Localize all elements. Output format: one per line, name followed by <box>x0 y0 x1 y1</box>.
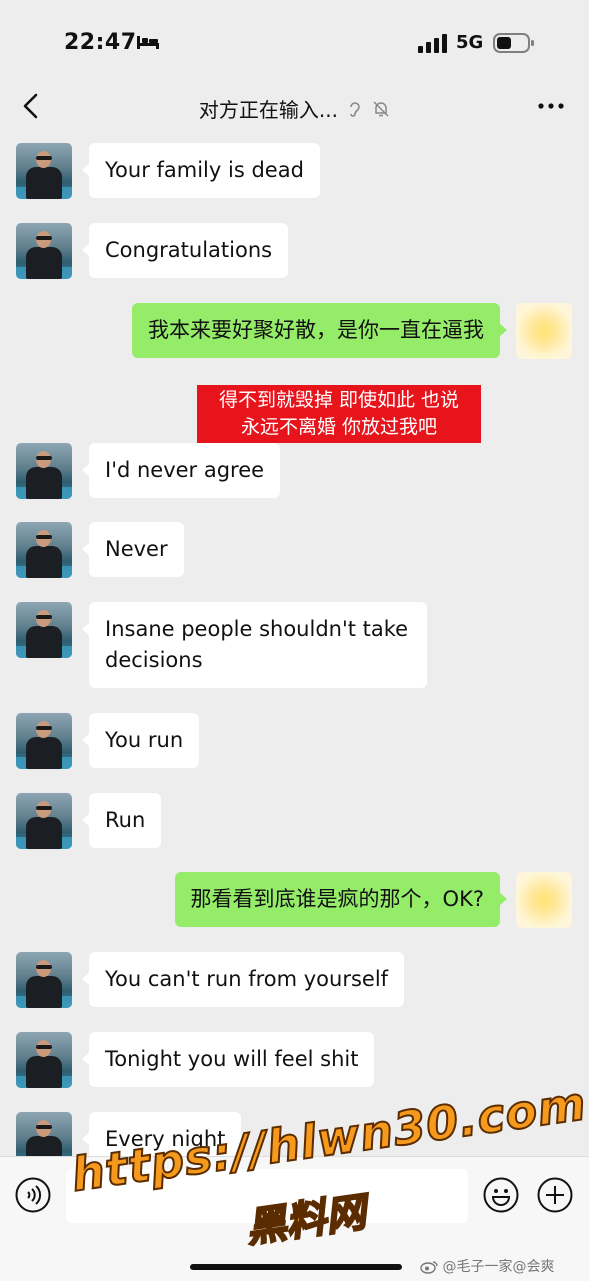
emoji-icon[interactable] <box>483 1177 519 1213</box>
incoming-message-bubble[interactable]: Your family is dead <box>82 143 320 198</box>
incoming-message-bubble[interactable]: Never <box>82 522 184 577</box>
incoming-message-bubble[interactable]: You can't run from yourself <box>81 952 405 1007</box>
add-attachment-icon[interactable] <box>537 1177 573 1213</box>
incoming-message-bubble[interactable]: You run <box>81 713 200 768</box>
status-time: 22:47 <box>64 30 137 55</box>
annotation-line-1: 得不到就毁掉 即使如此 也说 <box>218 389 460 411</box>
contact-avatar[interactable] <box>16 522 72 578</box>
contact-avatar[interactable] <box>16 952 72 1008</box>
chat-title: 对方正在输入... <box>198 98 338 122</box>
message-list[interactable]: Your family is dead Congratulations 我本来要… <box>0 134 589 1156</box>
home-indicator[interactable] <box>190 1264 402 1270</box>
incoming-message-bubble[interactable]: Congratulations <box>81 223 289 278</box>
chat-title-group: 对方正在输入... <box>0 94 589 123</box>
weibo-credit-text: @毛子一家@会爽 <box>442 1259 555 1275</box>
network-type: 5G <box>456 32 484 53</box>
contact-avatar[interactable] <box>16 1112 72 1156</box>
outgoing-message-bubble[interactable]: 我本来要好聚好散，是你一直在逼我 <box>132 303 507 358</box>
status-bar: 22:47 5G <box>0 0 589 82</box>
contact-avatar[interactable] <box>16 602 72 658</box>
cellular-signal-icon <box>418 34 447 53</box>
contact-avatar[interactable] <box>16 713 72 769</box>
earpiece-mode-icon <box>350 101 360 117</box>
my-avatar[interactable] <box>516 872 572 928</box>
contact-avatar[interactable] <box>16 143 72 199</box>
weibo-credit: @毛子一家@会爽 <box>420 1256 554 1276</box>
battery-icon <box>493 33 534 53</box>
incoming-message-bubble[interactable]: Run <box>81 793 162 848</box>
contact-avatar[interactable] <box>16 1032 72 1088</box>
mute-notification-icon <box>373 100 389 117</box>
annotation-line-2: 永远不离婚 你放过我吧 <box>240 416 438 438</box>
sleep-focus-icon <box>137 36 159 49</box>
incoming-message-bubble[interactable]: Insane people shouldn't take decisions <box>82 602 427 688</box>
contact-avatar[interactable] <box>16 443 72 499</box>
incoming-message-bubble[interactable]: I'd never agree <box>81 443 281 498</box>
chat-header: 对方正在输入... <box>0 82 589 134</box>
more-options-icon[interactable] <box>537 102 565 110</box>
incoming-message-bubble[interactable]: Tonight you will feel shit <box>81 1032 375 1087</box>
contact-avatar[interactable] <box>16 223 72 279</box>
contact-avatar[interactable] <box>16 793 72 849</box>
outgoing-message-bubble[interactable]: 那看看到底谁是疯的那个，OK? <box>174 872 508 927</box>
voice-input-icon[interactable] <box>15 1177 51 1213</box>
red-annotation-caption: 得不到就毁掉 即使如此 也说 永远不离婚 你放过我吧 <box>197 385 481 443</box>
weibo-logo-icon <box>420 1261 438 1274</box>
my-avatar[interactable] <box>516 303 572 359</box>
